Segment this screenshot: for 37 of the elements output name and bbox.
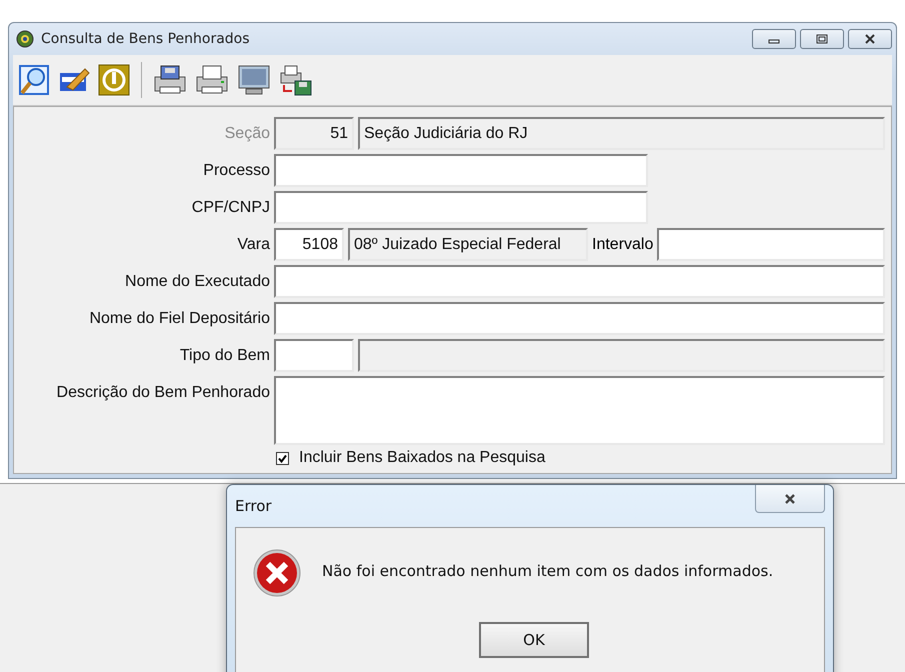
error-message: Não foi encontrado nenhum item com os dados informados. [322,561,774,580]
close-button[interactable] [848,29,892,49]
input-field[interactable] [274,265,885,298]
close-button[interactable] [755,485,825,513]
field-label: Descrição do Bem Penhorado [56,383,270,403]
text-area[interactable] [274,376,885,445]
field-label: Nome do Fiel Depositário [88,309,270,329]
error-icon [252,548,302,598]
maximize-icon [816,34,828,44]
window-title: Consulta de Bens Penhorados [41,31,250,47]
checkbox-label[interactable]: Incluir Bens Baixados na Pesquisa [299,449,546,467]
close-icon [864,34,876,44]
maximize-button[interactable] [800,29,844,49]
close-icon [783,492,797,504]
search-icon[interactable] [17,63,51,97]
field-label: Intervalo [592,235,654,255]
field-label: Vara [236,235,270,255]
monitor-icon[interactable] [236,63,272,97]
input-field[interactable] [274,154,648,187]
field-label: CPF/CNPJ [190,198,270,218]
print-to-disk-icon[interactable] [278,63,314,97]
minimize-button[interactable] [752,29,796,49]
ok-button[interactable]: OK [479,622,589,658]
field-label: Seção [224,124,270,144]
dialog-title: Error [235,497,272,515]
checkbox[interactable] [276,452,289,464]
field-label: Processo [202,161,270,181]
code-field[interactable]: 5108 [274,228,344,261]
field-label: Tipo do Bem [178,346,270,366]
input-field[interactable] [274,191,648,224]
input-field[interactable] [274,302,885,335]
description-field: Seção Judiciária do RJ [358,117,885,150]
field-label: Nome do Executado [124,272,270,292]
code-field[interactable] [274,339,354,372]
description-field: 08º Juizado Especial Federal [348,228,588,261]
interval-field[interactable] [657,228,885,261]
power-icon[interactable] [97,63,131,97]
